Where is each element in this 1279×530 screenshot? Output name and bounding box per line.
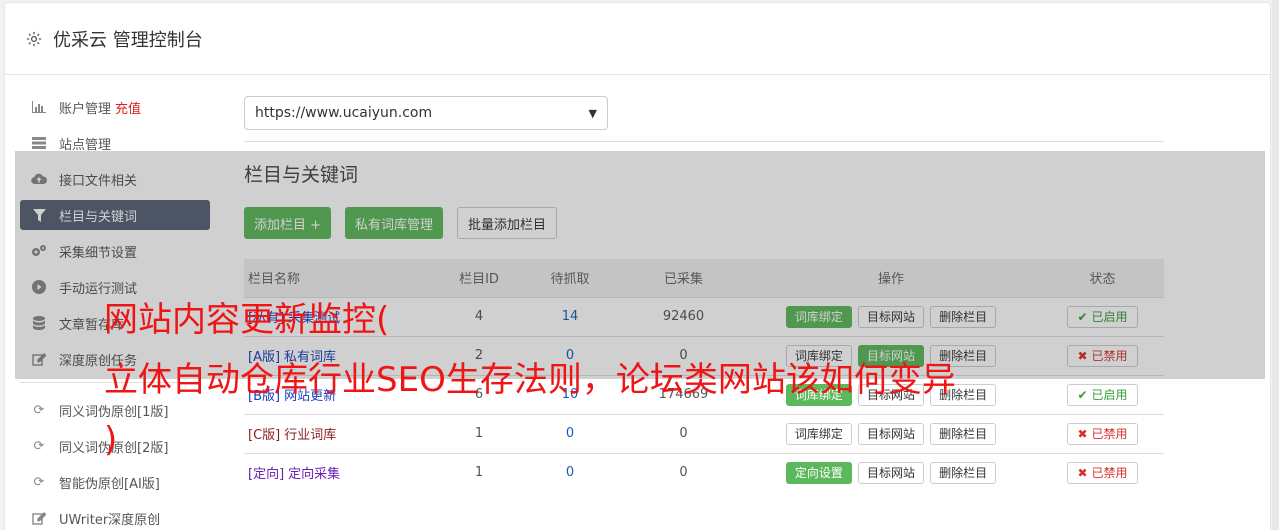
panel-header: 优采云 管理控制台 — [5, 3, 1270, 75]
status-badge[interactable]: ✖ 已禁用 — [1066, 461, 1139, 484]
check-icon: ✔ — [1077, 387, 1088, 402]
row-name-cell: [定向] 定向采集 — [244, 452, 444, 492]
delete-column-button[interactable]: 删除栏目 — [930, 422, 997, 445]
status-label: 已禁用 — [1091, 465, 1128, 480]
sidebar-item-account[interactable]: 账户管理 充值 — [20, 92, 210, 122]
row-ops: 定向设置 目标网站 删除栏目 — [741, 452, 1041, 492]
row-collected: 0 — [626, 452, 741, 492]
row-collected: 0 — [626, 413, 741, 453]
target-site-button[interactable]: 目标网站 — [857, 422, 924, 445]
sidebar-item-label: 同义词伪原创[1版] — [59, 404, 169, 420]
sidebar-item-label: UWriter深度原创 — [59, 512, 161, 528]
edit-icon — [31, 510, 47, 526]
status-label: 已禁用 — [1091, 426, 1128, 441]
page-scrollbar[interactable] — [1272, 0, 1279, 530]
recharge-link[interactable]: 充值 — [115, 98, 141, 117]
sidebar-item-label: 站点管理 — [59, 137, 112, 153]
targeted-settings-button[interactable]: 定向设置 — [785, 461, 852, 484]
server-icon — [31, 135, 47, 151]
dim-overlay — [15, 151, 1265, 379]
sidebar-item-uwriter[interactable]: UWriter深度原创 — [20, 503, 210, 530]
refresh-icon: ⟳ — [33, 402, 45, 418]
row-tag: [定向] — [248, 467, 285, 483]
site-select-value: https://www.ucaiyun.com — [255, 105, 433, 121]
row-pending[interactable]: 0 — [514, 413, 626, 453]
sidebar-item-ai-original[interactable]: ⟳ 智能伪原创[AI版] — [20, 467, 210, 497]
watermark-line-2: 立体自动仓库行业SEO生存法则，论坛类网站该如何变异 — [104, 360, 956, 400]
refresh-icon: ⟳ — [33, 438, 45, 454]
row-status-cell: ✖ 已禁用 — [1041, 452, 1164, 492]
sidebar-item-label: 智能伪原创[AI版] — [59, 476, 160, 492]
row-name-cell: [C版] 行业词库 — [244, 413, 444, 453]
row-name-link[interactable]: 行业词库 — [284, 428, 336, 443]
site-select[interactable]: https://www.ucaiyun.com ▼ — [244, 96, 608, 130]
bind-lexicon-button[interactable]: 词库绑定 — [785, 422, 852, 445]
delete-column-button[interactable]: 删除栏目 — [930, 461, 997, 484]
row-status-cell: ✖ 已禁用 — [1041, 413, 1164, 453]
bar-chart-icon — [31, 99, 47, 115]
divider — [244, 141, 1164, 142]
refresh-icon: ⟳ — [33, 474, 45, 490]
table-row: [C版] 行业词库 1 0 0 词库绑定 目标网站 删除栏目 ✖ 已禁用 — [244, 413, 1164, 453]
row-id: 1 — [444, 452, 514, 492]
status-badge[interactable]: ✔ 已启用 — [1066, 383, 1139, 406]
gear-icon — [26, 31, 42, 46]
page-title: 优采云 管理控制台 — [53, 29, 203, 51]
row-tag: [C版] — [248, 428, 281, 443]
sidebar-item-label: 账户管理 — [59, 101, 112, 117]
row-pending[interactable]: 0 — [514, 452, 626, 492]
status-badge[interactable]: ✖ 已禁用 — [1066, 422, 1139, 445]
x-icon: ✖ — [1077, 426, 1088, 441]
chevron-down-icon: ▼ — [588, 106, 597, 120]
row-id: 1 — [444, 413, 514, 453]
watermark-line-1: 网站内容更新监控( — [104, 300, 390, 340]
status-label: 已启用 — [1091, 387, 1128, 402]
row-name-link[interactable]: 定向采集 — [288, 467, 340, 482]
table-row: [定向] 定向采集 1 0 0 定向设置 目标网站 删除栏目 ✖ 已禁用 — [244, 452, 1164, 492]
target-site-button[interactable]: 目标网站 — [857, 461, 924, 484]
x-icon: ✖ — [1077, 465, 1088, 480]
row-status-cell: ✔ 已启用 — [1041, 374, 1164, 414]
watermark-line-3: ) — [104, 420, 118, 460]
row-ops: 词库绑定 目标网站 删除栏目 — [741, 413, 1041, 453]
